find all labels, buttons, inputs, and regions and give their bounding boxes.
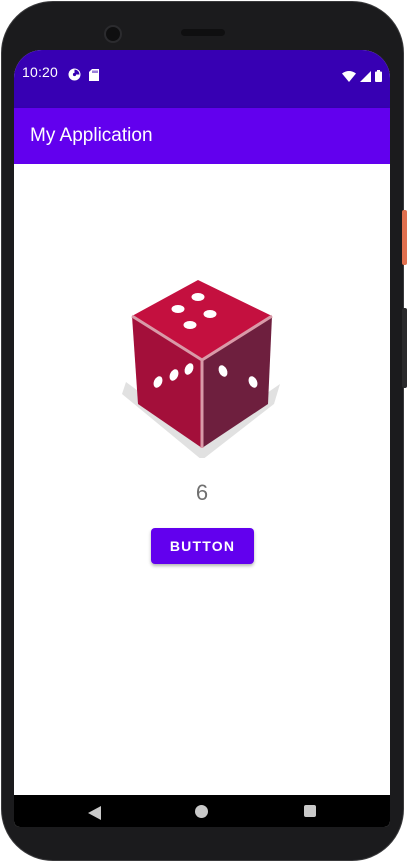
device-frame: 10:20 My Application 6 BUTTON: [0, 0, 407, 864]
roll-button[interactable]: BUTTON: [151, 528, 254, 564]
bottom-bezel: [14, 827, 390, 841]
sd-card-icon: [89, 66, 99, 85]
earpiece-speaker: [181, 29, 225, 36]
battery-icon: [375, 67, 382, 86]
status-time: 10:20: [22, 64, 59, 80]
app-bar: My Application: [14, 108, 390, 164]
home-icon[interactable]: [195, 805, 208, 818]
navigation-bar: [14, 795, 390, 827]
dice-image: [118, 274, 286, 462]
app-title: My Application: [30, 125, 153, 146]
signal-icon: [360, 67, 371, 86]
status-left-icons: [68, 66, 99, 85]
front-camera: [104, 25, 122, 43]
result-text: 6: [195, 480, 209, 505]
wifi-icon: [342, 67, 356, 86]
power-button: [402, 210, 407, 265]
dice-icon: [122, 280, 280, 460]
status-right-icons: [342, 67, 382, 86]
phone-screen: 10:20 My Application 6 BUTTON: [14, 50, 390, 827]
pie-status-icon: [68, 66, 81, 85]
main-content: 6 BUTTON: [14, 164, 390, 795]
status-bar: 10:20: [14, 50, 390, 108]
volume-button: [402, 308, 407, 388]
recent-apps-icon[interactable]: [304, 805, 316, 817]
back-icon[interactable]: [88, 805, 101, 824]
